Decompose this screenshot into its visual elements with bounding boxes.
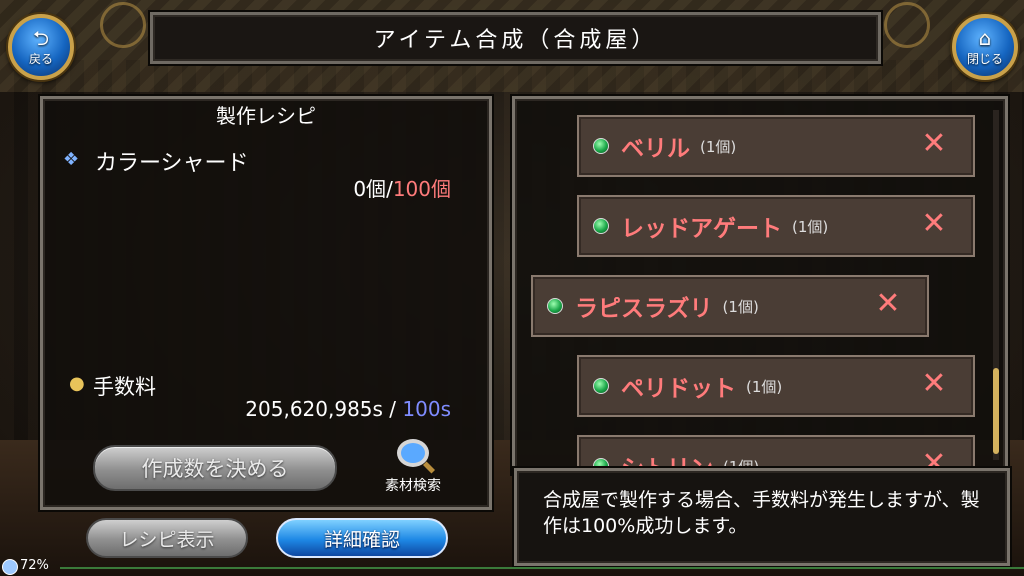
shard-icon: ❖ [63,149,80,170]
ingredient-name: レッドアゲート [621,216,782,242]
material-search-button[interactable]: 素材検索 [373,439,453,495]
close-button[interactable]: ⌂ 閉じる [952,14,1018,80]
title-bar: アイテム合成（合成屋） [150,12,881,64]
coin-icon: ● [69,373,85,394]
remove-icon[interactable]: ✕ [871,287,905,321]
battery-icon [2,559,18,575]
home-icon: ⌂ [978,25,992,50]
ingredient-item-selected[interactable]: ラピスラズリ (1個) ✕ [531,275,929,337]
ingredient-qty: (1個) [792,217,829,236]
material-search-label: 素材検索 [385,478,441,494]
material-have: 0個 [353,177,387,201]
gem-icon [593,378,609,394]
material-separator: / [386,177,393,201]
gem-icon [547,298,563,314]
status-bar: 72% [0,558,1024,576]
page-title: アイテム合成（合成屋） [373,28,658,53]
ingredient-item[interactable]: ベリル (1個) ✕ [577,115,975,177]
recipe-view-button[interactable]: レシピ表示 [86,518,248,558]
recipe-panel: 製作レシピ ❖ カラーシャード 0個/100個 ● 手数料 205,620,98… [40,96,492,510]
remove-icon[interactable]: ✕ [917,127,951,161]
recipe-heading: 製作レシピ [216,103,316,128]
battery-percent: 72% [20,558,49,573]
ornament-right [884,2,930,48]
magnifier-icon [397,439,429,467]
back-button[interactable]: ⮌ 戻る [8,14,74,80]
material-name: カラーシャード [95,151,249,176]
fee-cost: 100s [402,397,451,421]
ingredient-list-panel: ベリル (1個) ✕ レッドアゲート (1個) ✕ ラピスラズリ (1個) ✕ … [512,96,1008,474]
ingredient-qty: (1個) [722,297,759,316]
ingredient-name: ペリドット [621,376,736,402]
ingredient-qty: (1個) [746,377,783,396]
ingredient-item[interactable]: ペリドット (1個) ✕ [577,355,975,417]
fee-balance: 205,620,985s [245,397,383,421]
gem-icon [593,218,609,234]
fee-label: 手数料 [93,375,156,399]
ingredient-name: ベリル [621,136,690,162]
status-divider [60,567,1024,569]
return-arrow-icon: ⮌ [32,25,50,50]
info-message-panel: 合成屋で製作する場合、手数料が発生しますが、製作は100%成功します。 [514,468,1010,566]
ingredient-item[interactable]: レッドアゲート (1個) ✕ [577,195,975,257]
gem-icon [593,138,609,154]
scrollbar-thumb[interactable] [993,368,999,454]
detail-confirm-button[interactable]: 詳細確認 [276,518,448,558]
close-button-label: 閉じる [966,51,1003,66]
fee-values: 205,620,985s / 100s [245,397,451,421]
back-button-label: 戻る [28,51,53,66]
remove-icon[interactable]: ✕ [917,367,951,401]
remove-icon[interactable]: ✕ [917,207,951,241]
ornament-left [100,2,146,48]
material-count: 0個/100個 [353,173,451,202]
fee-separator: / [382,397,403,421]
decide-quantity-button[interactable]: 作成数を決める [93,445,337,491]
material-need: 100個 [392,177,451,201]
ingredient-qty: (1個) [700,137,737,156]
info-message: 合成屋で製作する場合、手数料が発生しますが、製作は100%成功します。 [543,489,980,537]
ingredient-name: ラピスラズリ [575,296,713,322]
